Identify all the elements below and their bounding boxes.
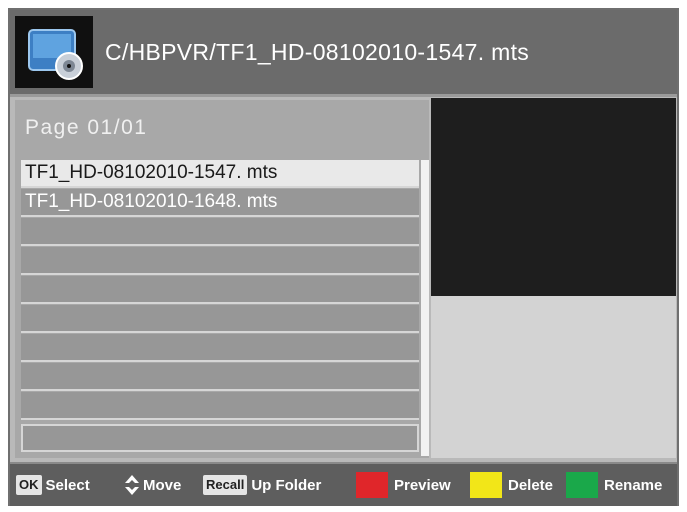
file-row[interactable]: TF1_HD-08102010-1648. mts [21,189,419,217]
help-bar: OK Select Move Recall Up Folder Preview … [10,462,677,506]
file-row[interactable] [21,363,419,391]
delete-label: Delete [508,476,554,494]
up-folder-hint[interactable]: Recall Up Folder [203,474,321,496]
current-path: C/HBPVR/TF1_HD-08102010-1547. mts [105,39,530,65]
up-folder-label: Up Folder [251,476,322,494]
move-hint[interactable]: Move [124,474,181,496]
red-key-icon [356,472,388,498]
move-label: Move [143,476,182,494]
video-preview [431,98,676,296]
up-down-arrows-icon [125,475,139,495]
delete-hint[interactable]: Delete [470,472,554,498]
file-list: TF1_HD-08102010-1547. mts TF1_HD-0810201… [21,160,419,456]
file-browser-window: C/HBPVR/TF1_HD-08102010-1547. mts Page 0… [8,8,679,506]
page-indicator: Page 01/01 [25,116,148,139]
file-row[interactable] [21,334,419,362]
green-key-icon [566,472,598,498]
preview-label: Preview [394,476,451,494]
disc-icon [15,16,93,88]
rename-hint[interactable]: Rename [566,472,663,498]
scroll-thumb[interactable] [421,160,429,456]
file-row[interactable] [21,218,419,246]
file-row[interactable] [21,247,419,275]
ok-key: OK [16,475,42,495]
header-bar: C/HBPVR/TF1_HD-08102010-1547. mts [10,10,677,97]
select-label: Select [45,476,90,494]
file-info-panel [431,296,676,458]
file-row[interactable] [21,305,419,333]
file-row[interactable]: TF1_HD-08102010-1547. mts [21,160,419,188]
yellow-key-icon [470,472,502,498]
file-row[interactable] [21,392,419,420]
recall-key: Recall [203,475,248,495]
rename-label: Rename [604,476,663,494]
preview-hint[interactable]: Preview [356,472,451,498]
scrollbar[interactable] [421,160,429,456]
select-hint[interactable]: OK Select [16,474,90,496]
file-row[interactable] [21,276,419,304]
file-row[interactable] [21,424,419,452]
file-list-panel: Page 01/01 TF1_HD-08102010-1547. mts TF1… [15,100,429,458]
